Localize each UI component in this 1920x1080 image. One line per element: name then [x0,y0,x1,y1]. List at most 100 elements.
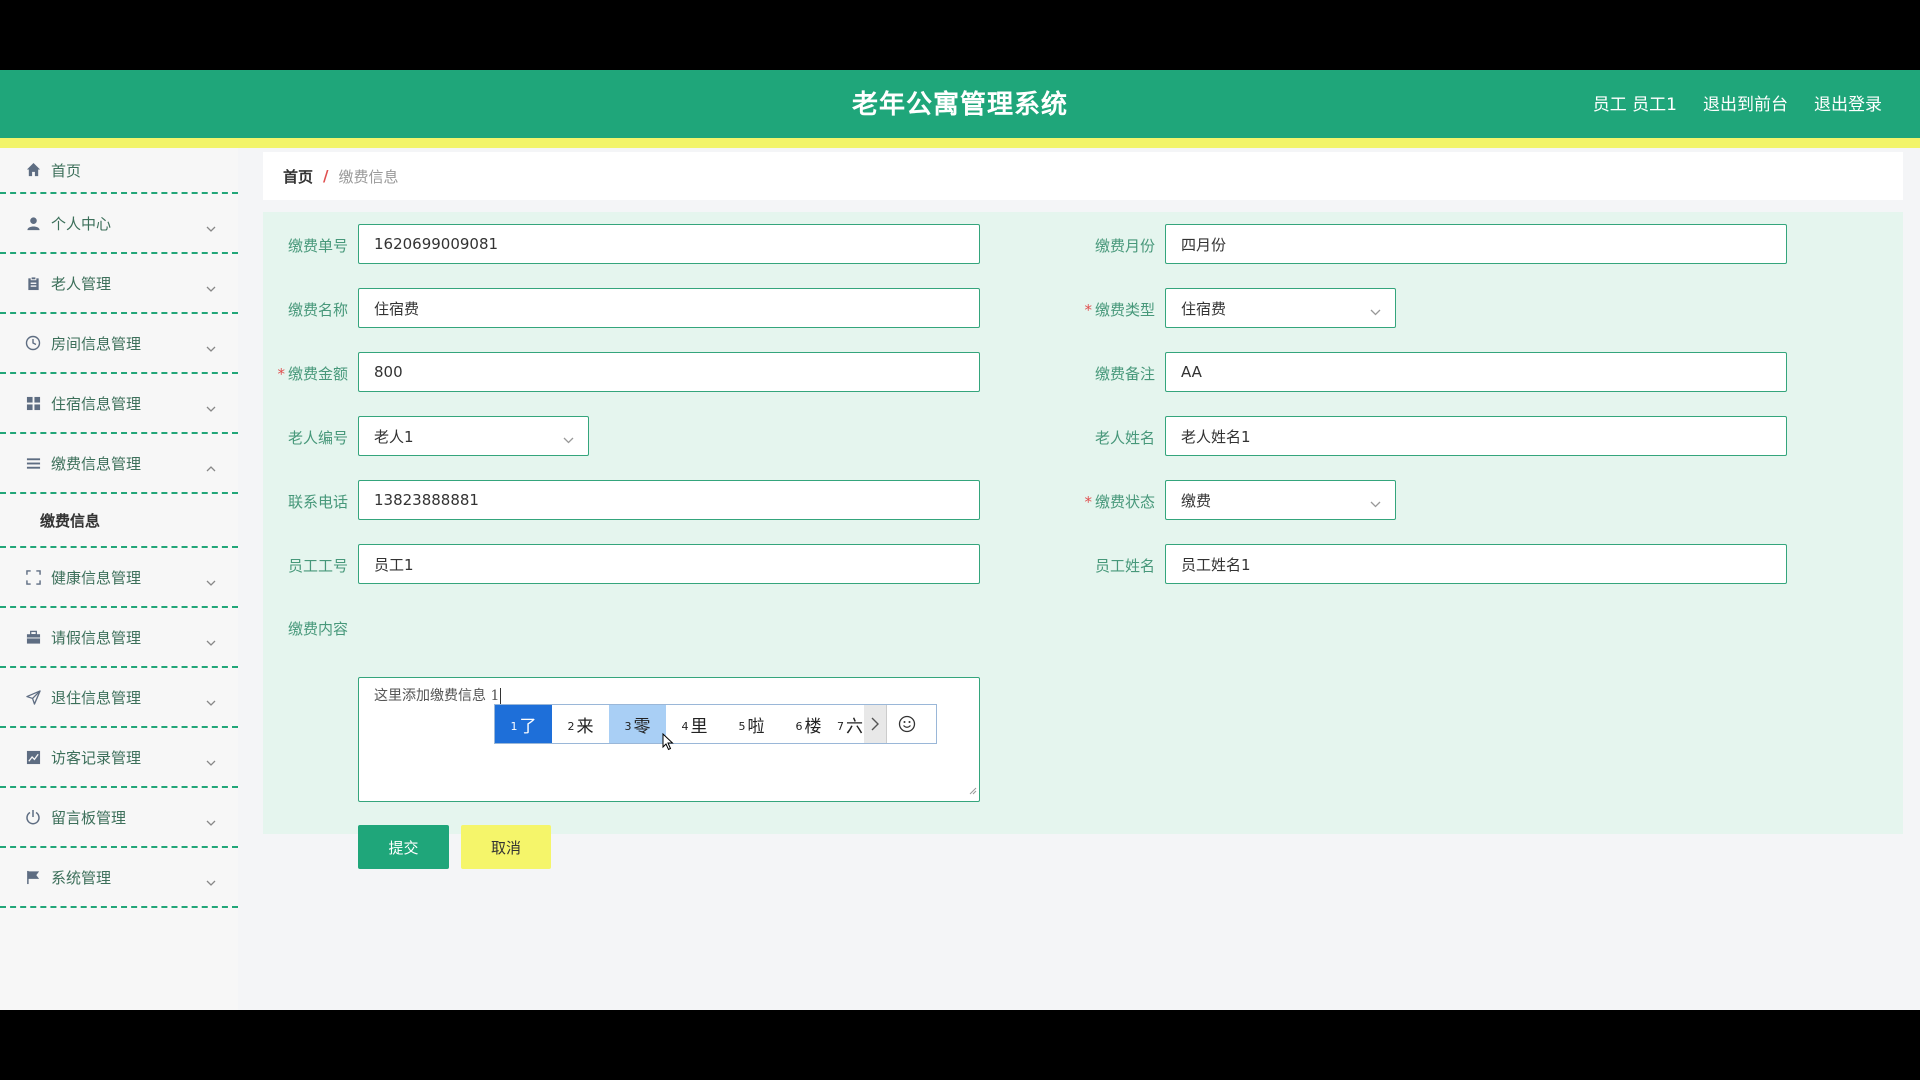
submenu-item-payment-info[interactable]: 缴费信息 [0,494,238,548]
candidate-text: 来 [576,716,594,737]
candidate-text: 零 [633,716,651,737]
ime-candidate[interactable]: 2来 [552,705,609,743]
chevron-down-icon [563,430,574,448]
sidebar-item-checkout[interactable]: 退住信息管理 [0,668,238,728]
sidebar-item-health[interactable]: 健康信息管理 [0,548,238,608]
select-value: 缴费 [1181,491,1212,510]
sidebar-item-rooms[interactable]: 房间信息管理 [0,314,238,374]
phone-input[interactable]: 13823888881 [358,480,980,520]
fee-name-label: 缴费名称 [258,299,348,320]
list-icon [24,454,42,472]
required-mark: * [277,365,285,383]
fee-amount-label: * 缴费金额 [258,363,348,384]
chevron-down-icon [206,631,216,650]
elder-no-select[interactable]: 老人1 [358,416,589,456]
staff-no-label: 员工工号 [258,555,348,576]
sidebar-item-label: 系统管理 [51,868,112,887]
candidate-number: 6 [795,720,803,733]
label-text: 员工姓名 [1094,557,1155,575]
sidebar-item-label: 退住信息管理 [51,688,142,707]
back-to-front-link[interactable]: 退出到前台 [1703,90,1788,115]
input-value: 1620699009081 [374,235,499,253]
fee-status-select[interactable]: 缴费 [1165,480,1396,520]
ime-candidate[interactable]: 3零 [609,705,666,743]
flag-icon [24,868,42,886]
sidebar-item-home[interactable]: 首页 [0,148,238,194]
cancel-button[interactable]: 取消 [461,825,551,869]
elder-name-label: 老人姓名 [1065,427,1155,448]
label-text: 联系电话 [287,493,348,511]
app-window: 老年公寓管理系统 员工 员工1 退出到前台 退出登录 首页 个人中心 老人管理 [0,70,1920,1010]
header-stripe [0,138,1920,148]
logout-link[interactable]: 退出登录 [1814,90,1882,115]
mouse-cursor-icon [662,732,674,755]
chevron-down-icon [206,397,216,416]
fee-remark-label: 缴费备注 [1065,363,1155,384]
required-mark: * [1084,301,1092,319]
sidebar-item-messages[interactable]: 留言板管理 [0,788,238,848]
candidate-number: 2 [567,720,575,733]
ime-candidate[interactable]: 7六 [837,705,864,743]
label-text: 缴费备注 [1094,365,1155,383]
staff-name-label: 员工姓名 [1065,555,1155,576]
input-value: 四月份 [1181,235,1227,254]
elder-name-input[interactable]: 老人姓名1 [1165,416,1787,456]
current-user: 员工 员工1 [1592,95,1677,115]
fee-remark-input[interactable]: AA [1165,352,1787,392]
ime-candidate[interactable]: 1了 [495,705,552,743]
sidebar-item-visitors[interactable]: 访客记录管理 [0,728,238,788]
emoji-icon[interactable] [886,705,927,743]
fee-month-input[interactable]: 四月份 [1165,224,1787,264]
chevron-down-icon [206,871,216,890]
candidate-number: 3 [624,720,632,733]
staff-no-input[interactable]: 员工1 [358,544,980,584]
breadcrumb-current: 缴费信息 [338,167,399,186]
staff-name-input[interactable]: 员工姓名1 [1165,544,1787,584]
sidebar-item-label: 健康信息管理 [51,568,142,587]
candidate-number: 7 [837,720,844,733]
sidebar-item-system[interactable]: 系统管理 [0,848,238,908]
send-icon [24,688,42,706]
input-value: AA [1181,363,1202,381]
select-value: 住宿费 [1181,299,1227,318]
sidebar-item-label: 访客记录管理 [51,748,142,767]
label-text: 缴费金额 [287,365,348,383]
fee-no-label: 缴费单号 [258,235,348,256]
candidate-number: 5 [738,720,746,733]
label-text: 老人姓名 [1094,429,1155,447]
sidebar-item-label: 房间信息管理 [51,334,142,353]
user-icon [24,214,42,232]
sidebar-item-leave[interactable]: 请假信息管理 [0,608,238,668]
chevron-up-icon [206,457,216,476]
chevron-right-icon[interactable] [864,705,886,743]
ime-candidate[interactable]: 6楼 [780,705,837,743]
candidate-number: 1 [510,720,518,733]
chevron-down-icon [206,337,216,356]
chevron-down-icon [206,277,216,296]
scan-icon [24,568,42,586]
submit-button[interactable]: 提交 [358,825,449,869]
sidebar-item-lodging[interactable]: 住宿信息管理 [0,374,238,434]
candidate-text: 里 [690,716,708,737]
fee-type-label: * 缴费类型 [1065,299,1155,320]
fee-type-select[interactable]: 住宿费 [1165,288,1396,328]
chevron-down-icon [1370,302,1381,320]
input-value: 800 [374,363,403,381]
sidebar-item-elders[interactable]: 老人管理 [0,254,238,314]
sidebar-item-label: 老人管理 [51,274,112,293]
fee-no-input[interactable]: 1620699009081 [358,224,980,264]
fee-amount-input[interactable]: 800 [358,352,980,392]
ime-candidate[interactable]: 5啦 [723,705,780,743]
sidebar-item-payments[interactable]: 缴费信息管理 [0,434,238,494]
sidebar-item-label: 首页 [51,162,82,180]
sidebar-item-label: 请假信息管理 [51,628,142,647]
label-text: 缴费名称 [287,301,348,319]
resize-grip-icon[interactable] [969,783,977,799]
ime-candidate[interactable]: 4里 [666,705,723,743]
screen: 老年公寓管理系统 员工 员工1 退出到前台 退出登录 首页 个人中心 老人管理 [0,0,1920,1080]
power-icon [24,808,42,826]
fee-name-input[interactable]: 住宿费 [358,288,980,328]
sidebar-item-personal[interactable]: 个人中心 [0,194,238,254]
breadcrumb-home[interactable]: 首页 [283,166,313,187]
input-value: 13823888881 [374,491,479,509]
